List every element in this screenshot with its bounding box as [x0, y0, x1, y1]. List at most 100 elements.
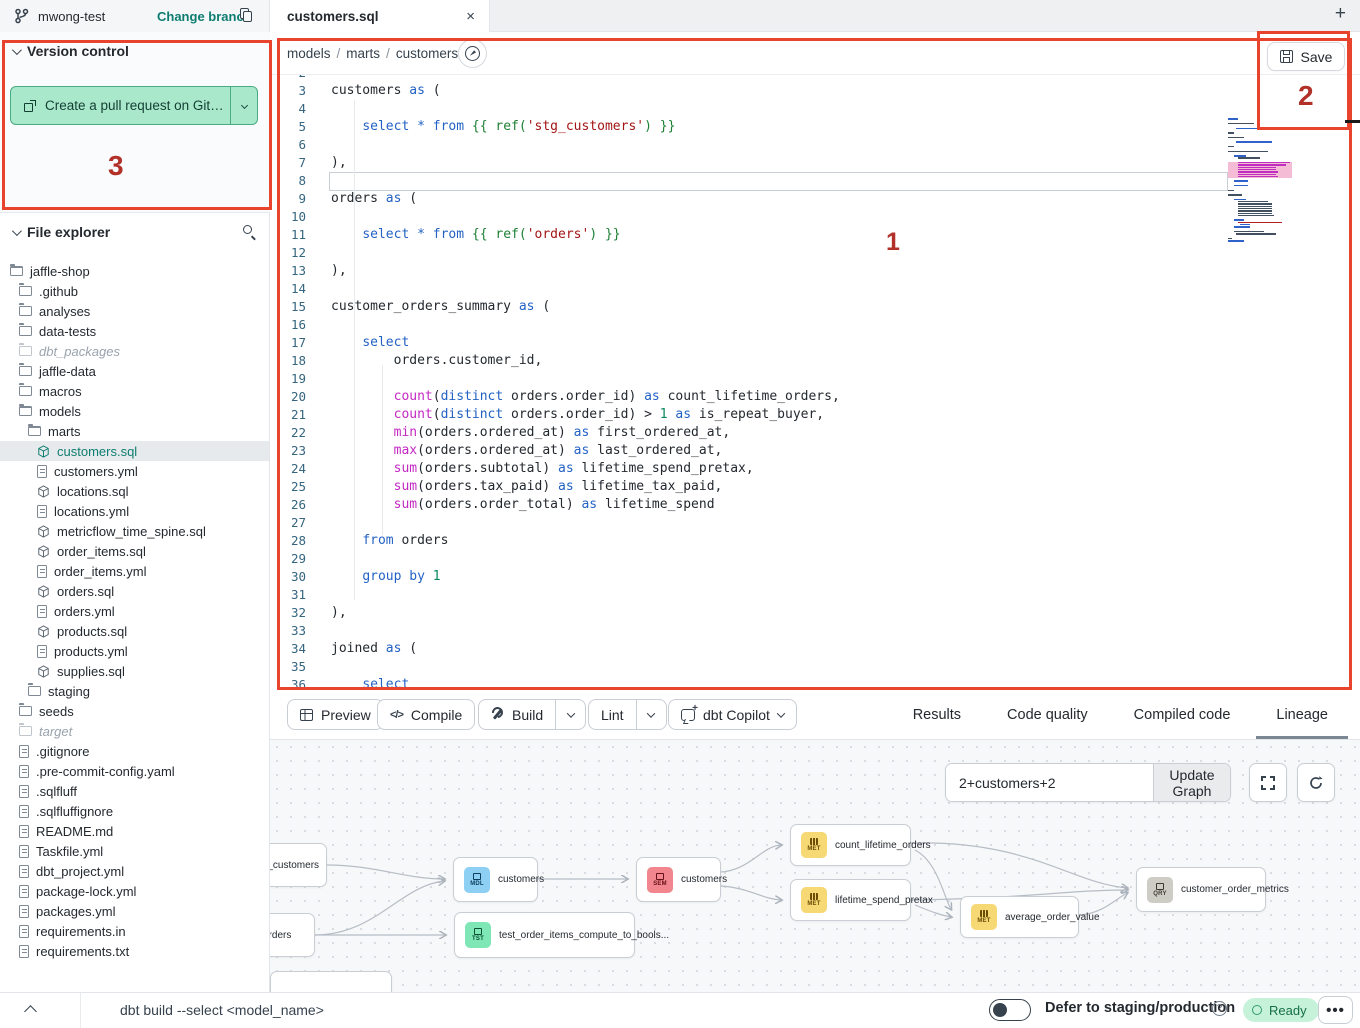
save-button[interactable]: Save	[1267, 42, 1345, 71]
file-tree-item--pre-commit-config-yaml[interactable]: .pre-commit-config.yaml	[0, 761, 269, 781]
file-tree-item-target[interactable]: target	[0, 721, 269, 741]
help-icon[interactable]: ?	[1212, 1001, 1227, 1016]
tab-customers-sql[interactable]: customers.sql ×	[270, 0, 490, 32]
code-line-29[interactable]: 29	[270, 550, 1360, 568]
code-line-10[interactable]: 10	[270, 208, 1360, 226]
lint-dropdown[interactable]	[636, 700, 666, 729]
code-line-30[interactable]: 30 group by 1	[270, 568, 1360, 586]
breadcrumb-models[interactable]: models	[287, 46, 331, 61]
minimap[interactable]	[1228, 118, 1318, 276]
update-graph-button[interactable]: Update Graph	[1153, 764, 1230, 801]
file-tree-item-customers-sql[interactable]: customers.sql	[0, 441, 269, 461]
lineage-node-orders[interactable]: orders	[270, 913, 315, 957]
code-line-9[interactable]: 9orders as (	[270, 190, 1360, 208]
code-line-6[interactable]: 6	[270, 136, 1360, 154]
dbt-copilot-button[interactable]: dbt Copilot	[668, 699, 797, 730]
file-tree-item--github[interactable]: .github	[0, 281, 269, 301]
file-tree-item-products-yml[interactable]: products.yml	[0, 641, 269, 661]
file-tree-item-marts[interactable]: marts	[0, 421, 269, 441]
code-line-17[interactable]: 17 select	[270, 334, 1360, 352]
lineage-node-average-order-value[interactable]: METaverage_order_value	[960, 896, 1079, 938]
code-line-12[interactable]: 12	[270, 244, 1360, 262]
tab-lineage[interactable]: Lineage	[1262, 690, 1342, 739]
lineage-canvas[interactable]: Update Graph stg_customersorders MDLcusto…	[270, 740, 1360, 992]
collapse-panel-icon[interactable]	[24, 1005, 37, 1018]
tab-code-quality[interactable]: Code quality	[993, 690, 1102, 739]
lineage-node-lifetime-spend-pretax[interactable]: METlifetime_spend_pretax	[790, 879, 911, 921]
create-pr-button[interactable]: Create a pull request on Git…	[10, 86, 258, 125]
search-icon[interactable]	[243, 225, 257, 239]
tab-results[interactable]: Results	[899, 690, 975, 739]
code-line-34[interactable]: 34joined as (	[270, 640, 1360, 658]
file-tree-item-locations-yml[interactable]: locations.yml	[0, 501, 269, 521]
more-options-button[interactable]: •••	[1318, 996, 1353, 1024]
code-line-36[interactable]: 36 select	[270, 676, 1360, 690]
file-tree-item-readme-md[interactable]: README.md	[0, 821, 269, 841]
code-line-26[interactable]: 26 sum(orders.order_total) as lifetime_s…	[270, 496, 1360, 514]
lineage-node-test-order-items-compute-to-bools-[interactable]: TSTtest_order_items_compute_to_bools...	[454, 912, 635, 958]
compile-button[interactable]: </>Compile	[377, 699, 475, 730]
code-line-21[interactable]: 21 count(distinct orders.order_id) > 1 a…	[270, 406, 1360, 424]
new-tab-button[interactable]: +	[1335, 3, 1346, 25]
code-line-28[interactable]: 28 from orders	[270, 532, 1360, 550]
code-line-11[interactable]: 11 select * from {{ ref('orders') }}	[270, 226, 1360, 244]
lineage-node-stg-customers[interactable]: stg_customers	[270, 843, 327, 887]
copy-icon[interactable]	[240, 8, 253, 23]
file-tree-item-seeds[interactable]: seeds	[0, 701, 269, 721]
file-tree-item-requirements-in[interactable]: requirements.in	[0, 921, 269, 941]
code-line-23[interactable]: 23 max(orders.ordered_at) as last_ordere…	[270, 442, 1360, 460]
code-line-3[interactable]: 3customers as (	[270, 82, 1360, 100]
lineage-node-partial[interactable]	[270, 971, 392, 992]
build-button[interactable]: Build	[478, 699, 586, 730]
explore-lineage-button[interactable]	[458, 39, 487, 68]
preview-button[interactable]: Preview	[287, 699, 384, 730]
file-tree-item-metricflow-time-spine-sql[interactable]: metricflow_time_spine.sql	[0, 521, 269, 541]
code-editor[interactable]: 23customers as (45 select * from {{ ref(…	[270, 75, 1360, 690]
file-tree-item-order-items-sql[interactable]: order_items.sql	[0, 541, 269, 561]
version-control-header[interactable]: Version control	[0, 32, 270, 70]
code-line-7[interactable]: 7),	[270, 154, 1360, 172]
file-tree-item-orders-sql[interactable]: orders.sql	[0, 581, 269, 601]
file-tree-item-jaffle-data[interactable]: jaffle-data	[0, 361, 269, 381]
file-tree-item-requirements-txt[interactable]: requirements.txt	[0, 941, 269, 961]
code-line-14[interactable]: 14	[270, 280, 1360, 298]
change-branch-link[interactable]: Change branch	[157, 9, 252, 24]
file-tree-item-dbt-packages[interactable]: dbt_packages	[0, 341, 269, 361]
file-tree-item-analyses[interactable]: analyses	[0, 301, 269, 321]
code-line-8[interactable]: 8	[270, 172, 1360, 190]
lineage-node-customers[interactable]: MDLcustomers	[453, 857, 538, 902]
file-tree-item-data-tests[interactable]: data-tests	[0, 321, 269, 341]
code-line-24[interactable]: 24 sum(orders.subtotal) as lifetime_spen…	[270, 460, 1360, 478]
code-line-4[interactable]: 4	[270, 100, 1360, 118]
file-tree-item-orders-yml[interactable]: orders.yml	[0, 601, 269, 621]
code-line-20[interactable]: 20 count(distinct orders.order_id) as co…	[270, 388, 1360, 406]
code-line-22[interactable]: 22 min(orders.ordered_at) as first_order…	[270, 424, 1360, 442]
code-line-18[interactable]: 18 orders.customer_id,	[270, 352, 1360, 370]
code-line-15[interactable]: 15customer_orders_summary as (	[270, 298, 1360, 316]
fullscreen-button[interactable]	[1249, 763, 1287, 802]
code-line-5[interactable]: 5 select * from {{ ref('stg_customers') …	[270, 118, 1360, 136]
code-line-32[interactable]: 32),	[270, 604, 1360, 622]
code-line-2[interactable]: 2	[270, 75, 1360, 82]
file-tree-item-dbt-project-yml[interactable]: dbt_project.yml	[0, 861, 269, 881]
build-dropdown[interactable]	[555, 700, 585, 729]
tab-compiled-code[interactable]: Compiled code	[1120, 690, 1245, 739]
file-tree-item-package-lock-yml[interactable]: package-lock.yml	[0, 881, 269, 901]
code-line-19[interactable]: 19	[270, 370, 1360, 388]
lineage-node-count-lifetime-orders[interactable]: METcount_lifetime_orders	[790, 824, 911, 866]
code-line-31[interactable]: 31	[270, 586, 1360, 604]
code-line-16[interactable]: 16	[270, 316, 1360, 334]
file-tree-item--sqlfluff[interactable]: .sqlfluff	[0, 781, 269, 801]
file-tree-item-models[interactable]: models	[0, 401, 269, 421]
file-tree-item-macros[interactable]: macros	[0, 381, 269, 401]
file-tree-item--gitignore[interactable]: .gitignore	[0, 741, 269, 761]
file-tree-item-staging[interactable]: staging	[0, 681, 269, 701]
code-line-35[interactable]: 35	[270, 658, 1360, 676]
file-tree-item-packages-yml[interactable]: packages.yml	[0, 901, 269, 921]
file-tree-item-supplies-sql[interactable]: supplies.sql	[0, 661, 269, 681]
file-tree-item-taskfile-yml[interactable]: Taskfile.yml	[0, 841, 269, 861]
file-tree-item-order-items-yml[interactable]: order_items.yml	[0, 561, 269, 581]
refresh-button[interactable]	[1297, 763, 1335, 802]
file-tree-item-customers-yml[interactable]: customers.yml	[0, 461, 269, 481]
lineage-selector-input[interactable]	[946, 764, 1153, 801]
